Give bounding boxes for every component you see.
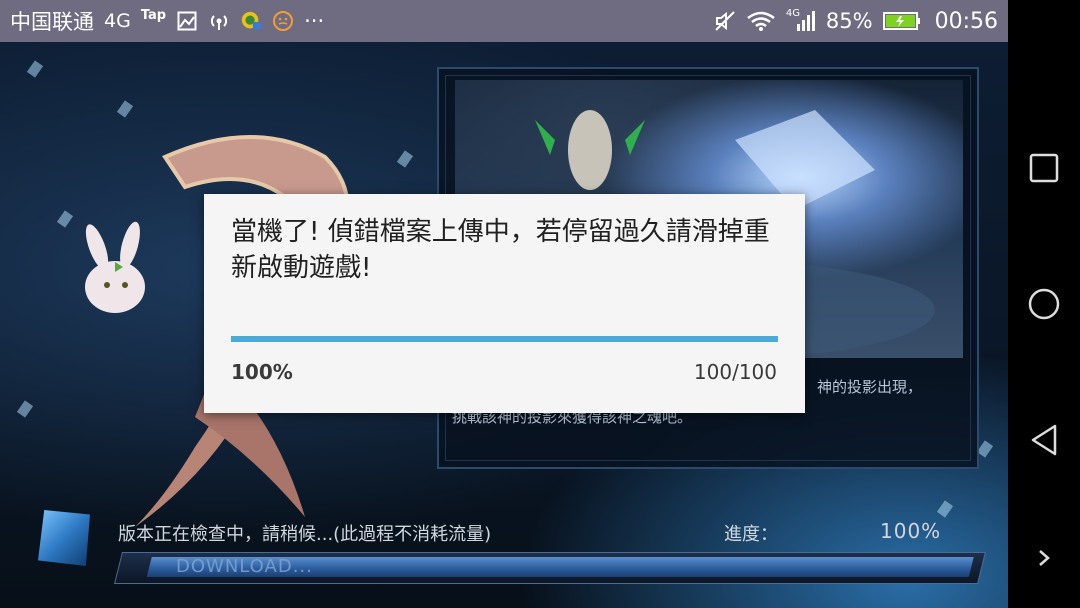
- version-check-status: 版本正在檢查中，請稍候...(此過程不消耗流量): [118, 524, 492, 545]
- background-shard: [116, 100, 134, 118]
- carrier-name: 中国联通: [10, 10, 94, 34]
- progress-value: 100%: [880, 519, 942, 543]
- tap-label: Tap: [140, 7, 167, 23]
- face-icon: [272, 10, 294, 32]
- back-button[interactable]: [1026, 422, 1062, 458]
- status-bar: 中国联通 4G Tap ··· 4G 85% 00:56: [0, 0, 1008, 42]
- download-crystal-icon: [38, 510, 90, 566]
- battery-icon: [882, 10, 921, 32]
- background-shard: [936, 500, 954, 518]
- recent-apps-icon: [1029, 153, 1059, 183]
- background-shard: [26, 60, 44, 78]
- download-label: DOWNLOAD...: [176, 556, 313, 577]
- app-notification-icon: [240, 10, 262, 32]
- mute-icon: [714, 10, 736, 32]
- background-shard: [976, 440, 994, 458]
- navigation-bar: [1008, 0, 1080, 608]
- signal-icon: 4G: [785, 8, 816, 32]
- dialog-message: 當機了! 偵錯檔案上傳中，若停留過久請滑掉重新啟動遊戲!: [231, 217, 770, 283]
- dialog-progress-fill: [231, 336, 778, 342]
- dialog-progress-track: [231, 336, 778, 342]
- chevron-right-icon: [1039, 550, 1050, 566]
- wifi-icon: [746, 10, 776, 32]
- dialog-count: 100/100: [693, 360, 777, 384]
- clock: 00:56: [934, 8, 998, 34]
- signal-network-tag: 4G: [785, 8, 801, 19]
- status-bar-left: 中国联通 4G Tap ···: [10, 0, 324, 42]
- background-shard: [16, 400, 34, 418]
- home-icon: [1028, 288, 1060, 320]
- recent-apps-button[interactable]: [1026, 150, 1062, 186]
- battery-percent: 85%: [825, 9, 873, 33]
- crash-upload-dialog: 當機了! 偵錯檔案上傳中，若停留過久請滑掉重新啟動遊戲! 100% 100/10…: [204, 194, 805, 413]
- network-type: 4G: [104, 10, 131, 32]
- image-icon: [176, 10, 198, 32]
- status-bar-right: 4G 85% 00:56: [714, 0, 998, 42]
- progress-label: 進度：: [724, 524, 778, 545]
- hotspot-icon: [208, 10, 230, 32]
- home-button[interactable]: [1026, 286, 1062, 322]
- background-shard: [396, 150, 414, 168]
- overflow-indicator: ···: [304, 9, 325, 33]
- background-shard: [56, 210, 74, 228]
- back-icon: [1031, 424, 1057, 456]
- expand-nav-button[interactable]: [1026, 540, 1062, 576]
- dialog-percent: 100%: [231, 360, 293, 384]
